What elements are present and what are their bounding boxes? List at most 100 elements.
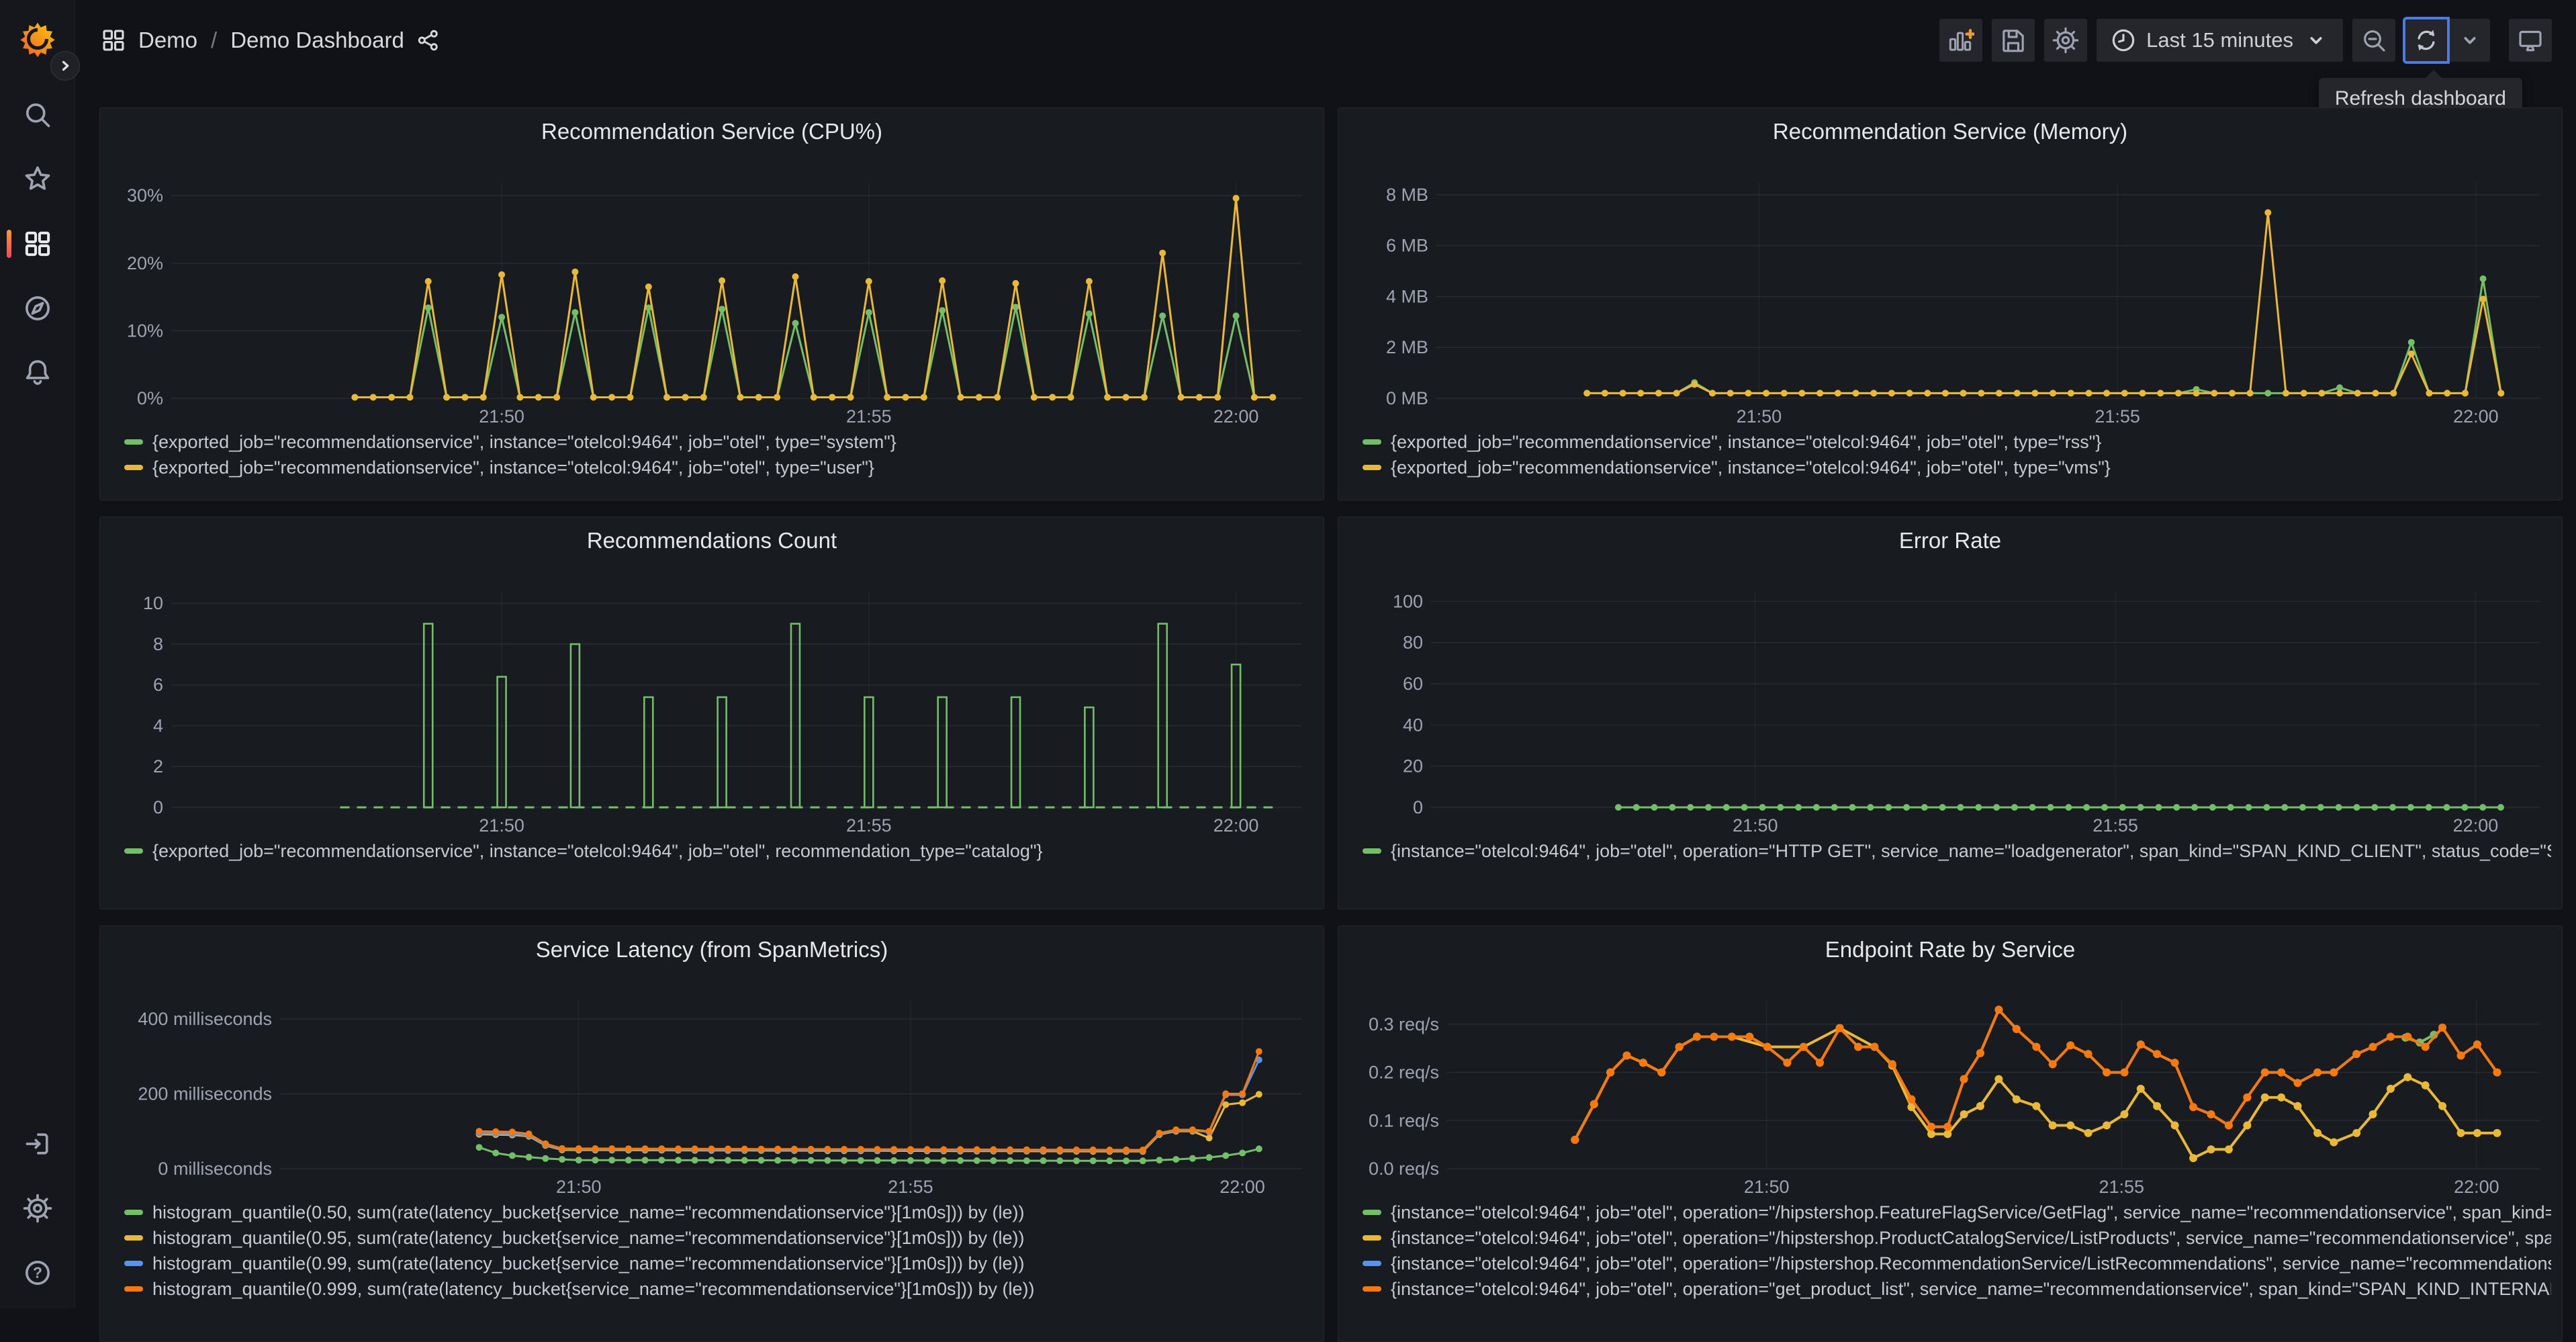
legend-swatch [124,1261,143,1266]
legend-item[interactable]: {exported_job="recommendationservice", i… [124,429,1313,455]
gear-icon [2052,27,2079,54]
kiosk-mode-button[interactable] [2509,19,2552,62]
legend-swatch [1363,465,1381,470]
panel-recommendations-count: Recommendations Count 024681021:5021:552… [99,517,1324,909]
monitor-icon [2517,27,2544,54]
sidebar-expand-button[interactable] [50,51,80,81]
breadcrumb-current[interactable]: Demo Dashboard [230,28,404,53]
error-rate-chart[interactable]: 02040608010021:5021:5522:00 [1349,559,2551,838]
svg-text:10%: 10% [127,320,163,341]
legend: histogram_quantile(0.50, sum(rate(latenc… [111,1200,1313,1302]
sidebar-item-starred[interactable] [0,164,75,195]
dashboard-grid: Recommendation Service (CPU%) 0%10%20%30… [75,81,2576,1342]
panel-title[interactable]: Service Latency (from SpanMetrics) [111,932,1313,968]
legend-swatch [1363,439,1381,445]
legend-item[interactable]: histogram_quantile(0.50, sum(rate(latenc… [124,1200,1313,1225]
save-dashboard-button[interactable] [1992,19,2035,62]
dashboards-icon [23,229,52,259]
legend: {exported_job="recommendationservice", i… [1349,429,2551,480]
grafana-logo[interactable] [19,20,56,58]
svg-text:21:50: 21:50 [479,406,524,427]
recommendations-count-chart[interactable]: 024681021:5021:5522:00 [111,559,1313,838]
legend: {exported_job="recommendationservice", i… [111,838,1313,864]
svg-text:22:00: 22:00 [2454,1177,2499,1197]
share-icon[interactable] [416,28,441,52]
sidebar-item-sign-in[interactable] [0,1128,75,1159]
legend-item[interactable]: {instance="otelcol:9464", job="otel", op… [1363,1200,2551,1225]
compass-icon [23,294,52,323]
legend-label: histogram_quantile(0.999, sum(rate(laten… [152,1279,1035,1300]
sidebar-item-settings[interactable] [0,1193,75,1224]
legend-item[interactable]: {instance="otelcol:9464", job="otel", op… [1363,838,2551,864]
zoom-out-button[interactable] [2352,19,2395,62]
legend-label: {exported_job="recommendationservice", i… [152,457,874,478]
cpu-chart[interactable]: 0%10%20%30%21:5021:5522:00 [111,150,1313,429]
svg-text:0 milliseconds: 0 milliseconds [158,1159,272,1179]
chevron-down-icon [2303,27,2330,54]
svg-text:2: 2 [153,756,163,776]
panel-title[interactable]: Endpoint Rate by Service [1349,932,2551,968]
panel-service-latency: Service Latency (from SpanMetrics) 0 mil… [99,926,1324,1342]
sidebar-item-help[interactable]: ? [0,1257,75,1288]
legend-item[interactable]: histogram_quantile(0.99, sum(rate(latenc… [124,1251,1313,1276]
help-icon: ? [23,1258,52,1288]
legend-swatch [1363,1210,1381,1215]
legend-swatch [1363,1261,1381,1266]
svg-text:6: 6 [153,675,163,695]
legend-swatch [124,439,143,445]
breadcrumb: Demo / Demo Dashboard [101,28,441,53]
panel-memory: Recommendation Service (Memory) 0 MB2 MB… [1338,107,2563,500]
svg-text:8 MB: 8 MB [1386,185,1428,205]
legend-label: {instance="otelcol:9464", job="otel", op… [1391,841,2551,862]
refresh-interval-dropdown[interactable] [2450,19,2490,62]
panel-title[interactable]: Recommendation Service (CPU%) [111,114,1313,150]
svg-text:22:00: 22:00 [2453,815,2499,836]
legend-item[interactable]: histogram_quantile(0.95, sum(rate(latenc… [124,1225,1313,1251]
svg-text:21:55: 21:55 [846,815,892,836]
panel-title[interactable]: Error Rate [1349,523,2551,559]
service-latency-chart[interactable]: 0 milliseconds 200 milliseconds 400 millis… [111,968,1313,1200]
legend-item[interactable]: {instance="otelcol:9464", job="otel", op… [1363,1225,2551,1251]
sidebar-item-dashboards[interactable] [0,228,75,259]
legend-swatch [124,1286,143,1292]
sidebar-item-explore[interactable] [0,293,75,324]
breadcrumb-root[interactable]: Demo [138,28,197,53]
svg-text:200 milliseconds: 200 milliseconds [138,1083,272,1104]
legend-item[interactable]: histogram_quantile(0.999, sum(rate(laten… [124,1276,1313,1302]
svg-text:0.2 req/s: 0.2 req/s [1369,1063,1439,1083]
sidebar-item-alerting[interactable] [0,357,75,388]
refresh-button[interactable] [2405,19,2448,62]
dashboard-toolbar: Last 15 minutes [1930,19,2552,62]
time-range-picker[interactable]: Last 15 minutes [2097,19,2343,62]
legend-item[interactable]: {exported_job="recommendationservice", i… [124,455,1313,480]
endpoint-rate-chart[interactable]: 0.0 req/s0.1 req/s0.2 req/s0.3 req/s21:5… [1349,968,2551,1200]
panel-endpoint-rate: Endpoint Rate by Service 0.0 req/s0.1 re… [1338,926,2563,1342]
memory-chart[interactable]: 0 MB2 MB4 MB6 MB8 MB21:5021:5522:00 [1349,150,2551,429]
svg-text:400 milliseconds: 400 milliseconds [138,1009,272,1029]
legend-label: {exported_job="recommendationservice", i… [1391,432,2101,453]
legend-label: histogram_quantile(0.95, sum(rate(latenc… [152,1228,1025,1249]
legend: {instance="otelcol:9464", job="otel", op… [1349,1200,2551,1302]
panel-title[interactable]: Recommendations Count [111,523,1313,559]
legend-item[interactable]: {exported_job="recommendationservice", i… [1363,429,2551,455]
legend-item[interactable]: {exported_job="recommendationservice", i… [124,838,1313,864]
sidebar-item-search[interactable] [0,99,75,130]
svg-text:0: 0 [1413,797,1423,817]
svg-text:21:55: 21:55 [888,1177,933,1197]
dashboard-settings-button[interactable] [2044,19,2087,62]
legend-label: histogram_quantile(0.50, sum(rate(latenc… [152,1202,1025,1223]
svg-text:22:00: 22:00 [2453,406,2499,427]
save-icon [2000,27,2027,54]
legend-label: {instance="otelcol:9464", job="otel", op… [1391,1279,2551,1300]
svg-text:2 MB: 2 MB [1386,337,1428,357]
svg-text:22:00: 22:00 [1213,406,1259,427]
apps-icon [101,28,126,53]
legend-label: {exported_job="recommendationservice", i… [152,432,896,453]
panel-title[interactable]: Recommendation Service (Memory) [1349,114,2551,150]
legend-item[interactable]: {exported_job="recommendationservice", i… [1363,455,2551,480]
sidebar: ? [0,0,75,1308]
add-panel-button[interactable] [1939,19,1982,62]
star-icon [23,165,52,194]
legend-item[interactable]: {instance="otelcol:9464", job="otel", op… [1363,1251,2551,1276]
legend-item[interactable]: {instance="otelcol:9464", job="otel", op… [1363,1276,2551,1302]
